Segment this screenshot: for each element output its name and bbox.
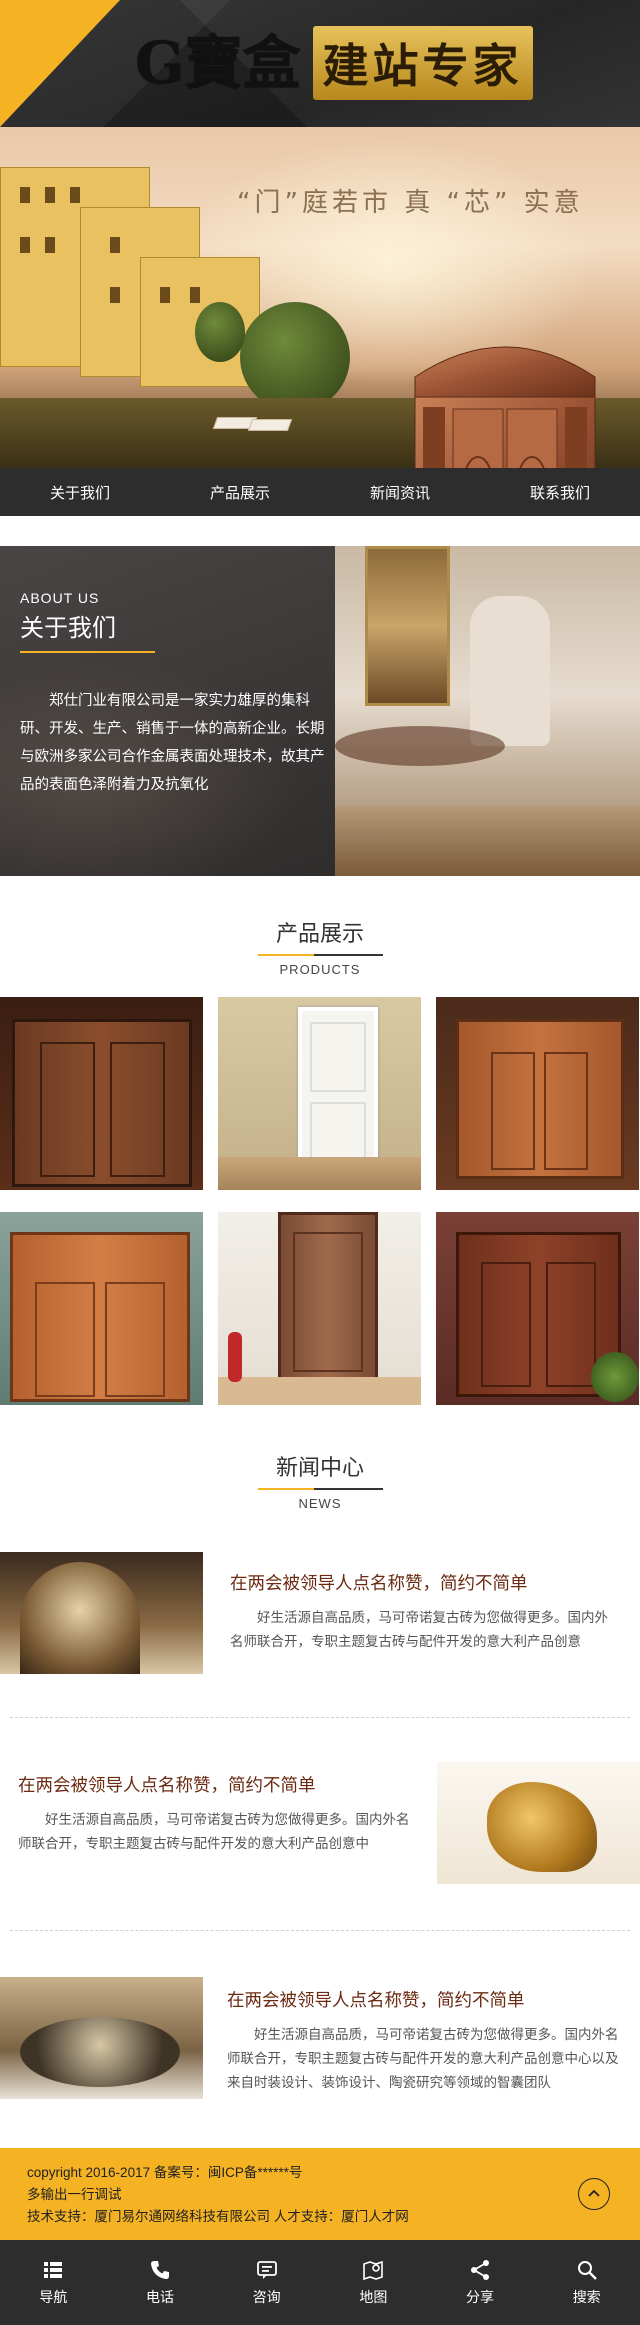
news-title-cn: 新闻中心 bbox=[275, 1455, 364, 1480]
about-title-cn: 关于我们 bbox=[20, 615, 116, 642]
main-nav: 关于我们 产品展示 新闻资讯 联系我们 bbox=[0, 468, 640, 516]
product-card[interactable] bbox=[436, 997, 639, 1190]
toolbar-label: 导航 bbox=[39, 2288, 68, 2305]
news-title-underline bbox=[257, 1488, 383, 1490]
product-grid bbox=[0, 997, 640, 1405]
toolbar-label: 电话 bbox=[146, 2288, 174, 2305]
news-item-desc: 好生活源自高品质，马可帝诺复古砖为您做得更多。国内外名师联合开，专职主题复古砖与… bbox=[227, 2027, 619, 2090]
logo-mark: G寶盒 bbox=[135, 29, 301, 97]
page: G寶盒 建站专家 “门”庭若市 真 “芯” 实意 关于我们 产品展示 新闻资讯 … bbox=[0, 0, 640, 2325]
news-list: 在两会被领导人点名称赞，简约不简单 好生活源自高品质，马可帝诺复古砖为您做得更多… bbox=[0, 1552, 640, 2112]
nav-item-news[interactable]: 新闻资讯 bbox=[320, 468, 480, 516]
back-to-top-button[interactable] bbox=[578, 2178, 610, 2210]
news-item[interactable]: 在两会被领导人点名称赞，简约不简单 好生活源自高品质，马可帝诺复古砖为您做得更多… bbox=[0, 1552, 640, 1677]
header-accent-triangle bbox=[0, 0, 120, 127]
banner-villa-image bbox=[0, 147, 270, 407]
news-thumbnail bbox=[0, 1552, 203, 1674]
news-section: 新闻中心 NEWS bbox=[0, 1450, 640, 1511]
about-text: 郑仕门业有限公司是一家实力雄厚的集科研、开发、生产、销售于一体的高新企业。长期与… bbox=[20, 693, 325, 793]
toolbar-item-phone[interactable]: 电话 bbox=[107, 2240, 214, 2325]
toolbar-item-search[interactable]: 搜索 bbox=[533, 2240, 640, 2325]
logo-slogan: 建站专家 bbox=[312, 26, 533, 100]
product-card[interactable] bbox=[436, 1212, 639, 1405]
products-title-underline bbox=[257, 954, 383, 956]
products-title-en: PRODUCTS bbox=[279, 962, 361, 977]
banner-slogan: “门”庭若市 真 “芯” 实意 bbox=[237, 188, 584, 218]
products-heading: 产品展示 PRODUCTS bbox=[0, 916, 640, 977]
bottom-toolbar: 导航 电话 咨询 地图 分享 搜索 bbox=[0, 2240, 640, 2325]
toolbar-item-share[interactable]: 分享 bbox=[427, 2240, 534, 2325]
toolbar-item-chat[interactable]: 咨询 bbox=[213, 2240, 320, 2325]
nav-item-contact[interactable]: 联系我们 bbox=[480, 468, 640, 516]
news-item[interactable]: 在两会被领导人点名称赞，简约不简单 好生活源自高品质，马可帝诺复古砖为您做得更多… bbox=[0, 1762, 640, 1887]
about-image[interactable] bbox=[335, 546, 640, 876]
banner-tree bbox=[240, 302, 350, 412]
toolbar-label: 咨询 bbox=[252, 2288, 281, 2305]
product-card[interactable] bbox=[0, 1212, 203, 1405]
toolbar-label: 分享 bbox=[466, 2288, 495, 2305]
toolbar-label: 搜索 bbox=[572, 2288, 601, 2305]
news-item-title[interactable]: 在两会被领导人点名称赞，简约不简单 bbox=[18, 1772, 316, 1797]
product-card[interactable] bbox=[218, 1212, 421, 1405]
toolbar-item-map[interactable]: 地图 bbox=[320, 2240, 427, 2325]
hero-banner[interactable]: “门”庭若市 真 “芯” 实意 bbox=[0, 127, 640, 468]
news-thumbnail bbox=[0, 1977, 203, 2099]
banner-chair bbox=[247, 419, 293, 431]
toolbar-label: 地图 bbox=[359, 2288, 388, 2305]
about-section: ABOUT US 关于我们 郑仕门业有限公司是一家实力雄厚的集科研、开发、生产、… bbox=[0, 546, 640, 876]
news-item-title[interactable]: 在两会被领导人点名称赞，简约不简单 bbox=[230, 1570, 528, 1595]
about-underline bbox=[20, 651, 155, 653]
news-item-title[interactable]: 在两会被领导人点名称赞，简约不简单 bbox=[227, 1987, 525, 2012]
products-title-cn: 产品展示 bbox=[275, 921, 364, 946]
chevron-up-icon bbox=[588, 2189, 600, 2197]
product-card[interactable] bbox=[0, 997, 203, 1190]
news-item[interactable]: 在两会被领导人点名称赞，简约不简单 好生活源自高品质，马可帝诺复古砖为您做得更多… bbox=[0, 1977, 640, 2102]
footer-copyright: copyright 2016-2017 备案号：闽ICP备******号 bbox=[27, 2165, 303, 2180]
news-item-desc: 好生活源自高品质，马可帝诺复古砖为您做得更多。国内外名师联合开，专职主题复古砖与… bbox=[230, 1610, 608, 1649]
footer-debug-line: 多输出一行调试 bbox=[27, 2187, 122, 2202]
news-heading: 新闻中心 NEWS bbox=[0, 1450, 640, 1511]
banner-tree bbox=[195, 302, 245, 362]
search-icon bbox=[577, 2260, 597, 2280]
products-section: 产品展示 PRODUCTS bbox=[0, 916, 640, 1405]
about-title-en: ABOUT US bbox=[20, 590, 100, 606]
footer-support: 技术支持：厦门易尔通网络科技有限公司 人才支持：厦门人才网 bbox=[27, 2209, 409, 2224]
news-divider bbox=[10, 1717, 630, 1718]
product-card[interactable] bbox=[218, 997, 421, 1190]
about-panel[interactable]: ABOUT US 关于我们 郑仕门业有限公司是一家实力雄厚的集科研、开发、生产、… bbox=[0, 546, 335, 876]
map-icon bbox=[363, 2260, 384, 2280]
site-header: G寶盒 建站专家 bbox=[0, 0, 640, 127]
menu-icon bbox=[44, 2261, 63, 2278]
banner-door-image bbox=[414, 346, 596, 468]
news-title-en: NEWS bbox=[298, 1496, 342, 1511]
phone-icon bbox=[151, 2260, 169, 2279]
chat-icon bbox=[256, 2260, 277, 2279]
site-footer: copyright 2016-2017 备案号：闽ICP备******号 多输出… bbox=[0, 2148, 640, 2240]
news-item-desc: 好生活源自高品质，马可帝诺复古砖为您做得更多。国内外名师联合开，专职主题复古砖与… bbox=[18, 1812, 410, 1851]
news-thumbnail bbox=[437, 1762, 640, 1884]
site-logo[interactable]: G寶盒 建站专家 bbox=[135, 26, 533, 100]
nav-item-products[interactable]: 产品展示 bbox=[160, 468, 320, 516]
share-icon bbox=[471, 2259, 490, 2280]
news-divider bbox=[10, 1930, 630, 1931]
toolbar-item-nav[interactable]: 导航 bbox=[0, 2240, 107, 2325]
nav-item-about[interactable]: 关于我们 bbox=[0, 468, 160, 516]
